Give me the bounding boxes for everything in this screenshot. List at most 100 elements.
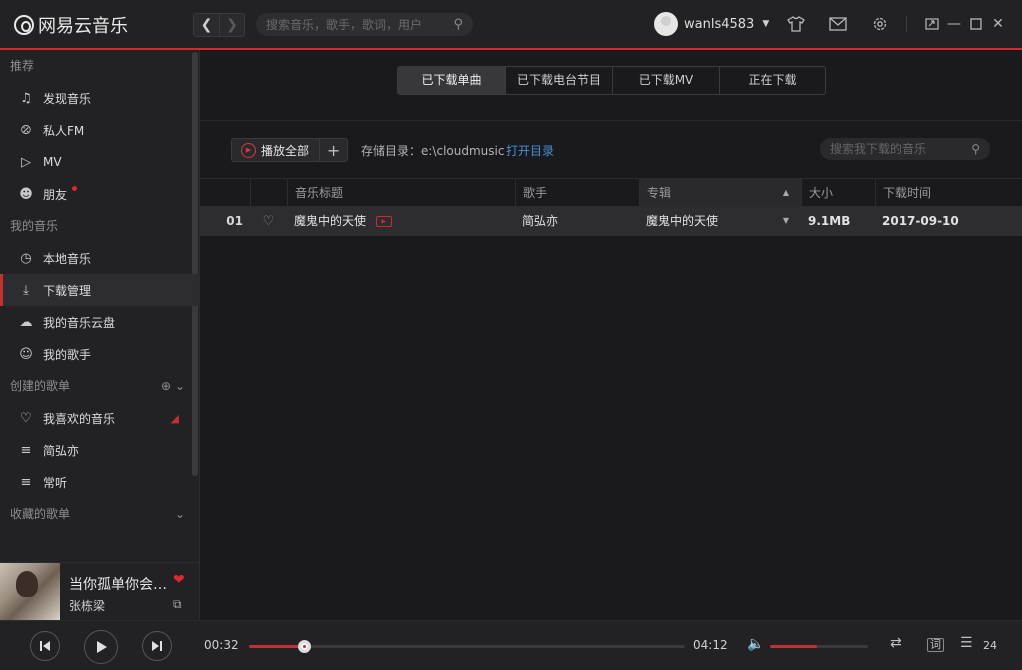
close-button[interactable]: ✕ [988, 14, 1008, 34]
tab-downloaded-songs[interactable]: 已下载单曲 [398, 67, 505, 94]
window-controls: — ✕ [920, 14, 1008, 34]
heart-filled-icon[interactable]: ❤ [173, 572, 185, 588]
maximize-icon [970, 18, 982, 30]
like-button[interactable]: ♡ [250, 207, 287, 236]
sidebar-item-playlist-jian[interactable]: ≡ 简弘亦 [0, 434, 199, 466]
column-artist[interactable]: 歌手 [515, 179, 639, 207]
sidebar-item-discover[interactable]: ♫ 发现音乐 [0, 82, 199, 114]
mini-mode-icon [925, 18, 939, 30]
sidebar-item-label: 私人FM [43, 123, 85, 138]
back-button[interactable]: ❮ [194, 14, 219, 36]
messages-button[interactable] [828, 14, 848, 34]
sidebar-item-label: 本地音乐 [43, 251, 92, 266]
lyrics-button[interactable]: 词 [927, 638, 944, 652]
friends-icon: ☻ [19, 186, 33, 202]
sidebar-section-created-playlists: 创建的歌单 ⊕ ⌄ [0, 370, 199, 402]
progress-handle[interactable] [298, 640, 312, 653]
username[interactable]: wanls4583 [684, 17, 754, 32]
progress-fill [249, 645, 305, 648]
caret-down-icon[interactable]: ▼ [762, 19, 769, 29]
chevron-left-icon: ❮ [200, 17, 213, 33]
avatar[interactable] [654, 12, 678, 36]
sidebar-item-mv[interactable]: ▷ MV [0, 146, 199, 178]
play-all-button[interactable]: ▶ 播放全部 [232, 139, 320, 161]
search-icon[interactable]: ⚲ [971, 142, 980, 156]
forward-button[interactable]: ❯ [219, 14, 244, 36]
now-playing-artist[interactable]: 张栋梁 [69, 597, 105, 614]
minimize-button[interactable]: — [944, 14, 964, 34]
column-like [250, 179, 287, 207]
play-circle-icon: ▶ [241, 142, 256, 158]
now-playing-card[interactable]: 当你孤单你会想起谁 张栋梁 ❤ ⧉ [0, 562, 199, 620]
sidebar-item-liked-music[interactable]: ♡ 我喜欢的音乐 ◢ [0, 402, 199, 434]
column-size[interactable]: 大小 [801, 179, 875, 207]
column-title[interactable]: 音乐标题 [287, 179, 515, 207]
playlist-icon: ≡ [20, 474, 32, 490]
app-logo[interactable]: 网易云音乐 [14, 12, 128, 38]
table-row[interactable]: 01 ♡ 魔鬼中的天使 ▶ 简弘亦 魔鬼中的天使 9.1MB 2017-09-1… [200, 207, 1022, 236]
notification-dot [72, 186, 77, 191]
add-all-button[interactable]: + [319, 139, 348, 161]
play-icon [97, 641, 107, 653]
download-icon: ⤓ [23, 282, 29, 298]
download-tabs: 已下载单曲 已下载电台节目 已下载MV 正在下载 [397, 66, 826, 95]
sidebar-item-my-singers[interactable]: ☺ 我的歌手 [0, 338, 199, 370]
tab-downloaded-mv[interactable]: 已下载MV [612, 67, 719, 94]
album-cover[interactable] [0, 563, 60, 620]
chevron-right-icon: ❯ [226, 17, 238, 33]
radio-icon: ⦼ [20, 122, 32, 138]
volume-icon[interactable]: 🔈 [747, 636, 764, 652]
sidebar-section-collected-playlists: 收藏的歌单 ⌄ [0, 498, 199, 530]
song-artist[interactable]: 简弘亦 [515, 207, 639, 236]
maximize-button[interactable] [966, 14, 986, 34]
storage-directory: 存储目录：e:\cloudmusic [361, 144, 505, 158]
song-table: 音乐标题 歌手 专辑 ▲ ▼ 大小 下载时间 01 ♡ 魔鬼中的天使 ▶ 简弘亦 … [200, 178, 1022, 236]
column-index [200, 179, 250, 207]
sidebar-item-label: 下载管理 [43, 283, 92, 298]
search-icon[interactable]: ⚲ [453, 17, 463, 32]
previous-icon [40, 641, 50, 651]
row-title-cell: 魔鬼中的天使 ▶ [287, 207, 515, 236]
sidebar-item-private-fm[interactable]: ⦼ 私人FM [0, 114, 199, 146]
chevron-down-icon[interactable]: ⌄ [175, 379, 185, 393]
progress-slider[interactable] [249, 640, 685, 653]
previous-button[interactable] [30, 631, 60, 661]
playlist-icon: ≡ [20, 442, 32, 458]
now-playing-title[interactable]: 当你孤单你会想起谁 [69, 574, 169, 594]
local-search-input[interactable] [830, 142, 972, 156]
share-icon[interactable]: ⧉ [173, 597, 182, 612]
chevron-down-icon[interactable]: ⌄ [175, 498, 185, 530]
heart-icon: ♡ [262, 214, 275, 229]
tab-downloaded-radio[interactable]: 已下载电台节目 [505, 67, 612, 94]
settings-button[interactable] [870, 14, 890, 34]
sidebar-item-cloud-disk[interactable]: ☁ 我的音乐云盘 [0, 306, 199, 338]
sidebar: 推荐 ♫ 发现音乐 ⦼ 私人FM ▷ MV ☻ 朋友 我的音乐 ◷ 本地音乐 ⤓… [0, 50, 200, 620]
user-menu[interactable]: wanls4583 ▼ [654, 12, 769, 36]
add-playlist-icon[interactable]: ⊕ [161, 379, 171, 393]
playlist-icon[interactable]: ☰ [960, 635, 973, 651]
volume-slider[interactable] [770, 645, 868, 648]
sidebar-item-label: 常听 [43, 475, 68, 490]
local-search-box: ⚲ [820, 138, 990, 160]
mv-icon[interactable]: ▶ [375, 216, 392, 227]
tab-downloading[interactable]: 正在下载 [719, 67, 825, 94]
next-button[interactable] [142, 631, 172, 661]
sidebar-item-label: 朋友 [43, 187, 68, 202]
open-directory-link[interactable]: 打开目录 [506, 142, 554, 159]
column-album[interactable]: 专辑 ▲ ▼ [639, 179, 801, 225]
sidebar-section-my-music: 我的音乐 [10, 219, 59, 233]
column-download-time[interactable]: 下载时间 [875, 179, 1022, 207]
mini-mode-button[interactable] [922, 14, 942, 34]
skin-button[interactable] [786, 14, 806, 34]
play-button[interactable] [84, 630, 118, 664]
shuffle-icon[interactable]: ⇄ [890, 635, 902, 651]
total-time: 04:12 [693, 638, 728, 652]
sidebar-item-downloads[interactable]: ⤓ 下载管理 [0, 274, 199, 306]
sidebar-item-local-music[interactable]: ◷ 本地音乐 [0, 242, 199, 274]
sidebar-item-label: 我喜欢的音乐 [43, 411, 116, 426]
global-search-input[interactable] [266, 17, 454, 32]
sidebar-item-playlist-frequent[interactable]: ≡ 常听 [0, 466, 199, 498]
sidebar-item-friends[interactable]: ☻ 朋友 [0, 178, 199, 210]
netease-logo-icon [14, 15, 34, 35]
song-album[interactable]: 魔鬼中的天使 [639, 207, 801, 236]
